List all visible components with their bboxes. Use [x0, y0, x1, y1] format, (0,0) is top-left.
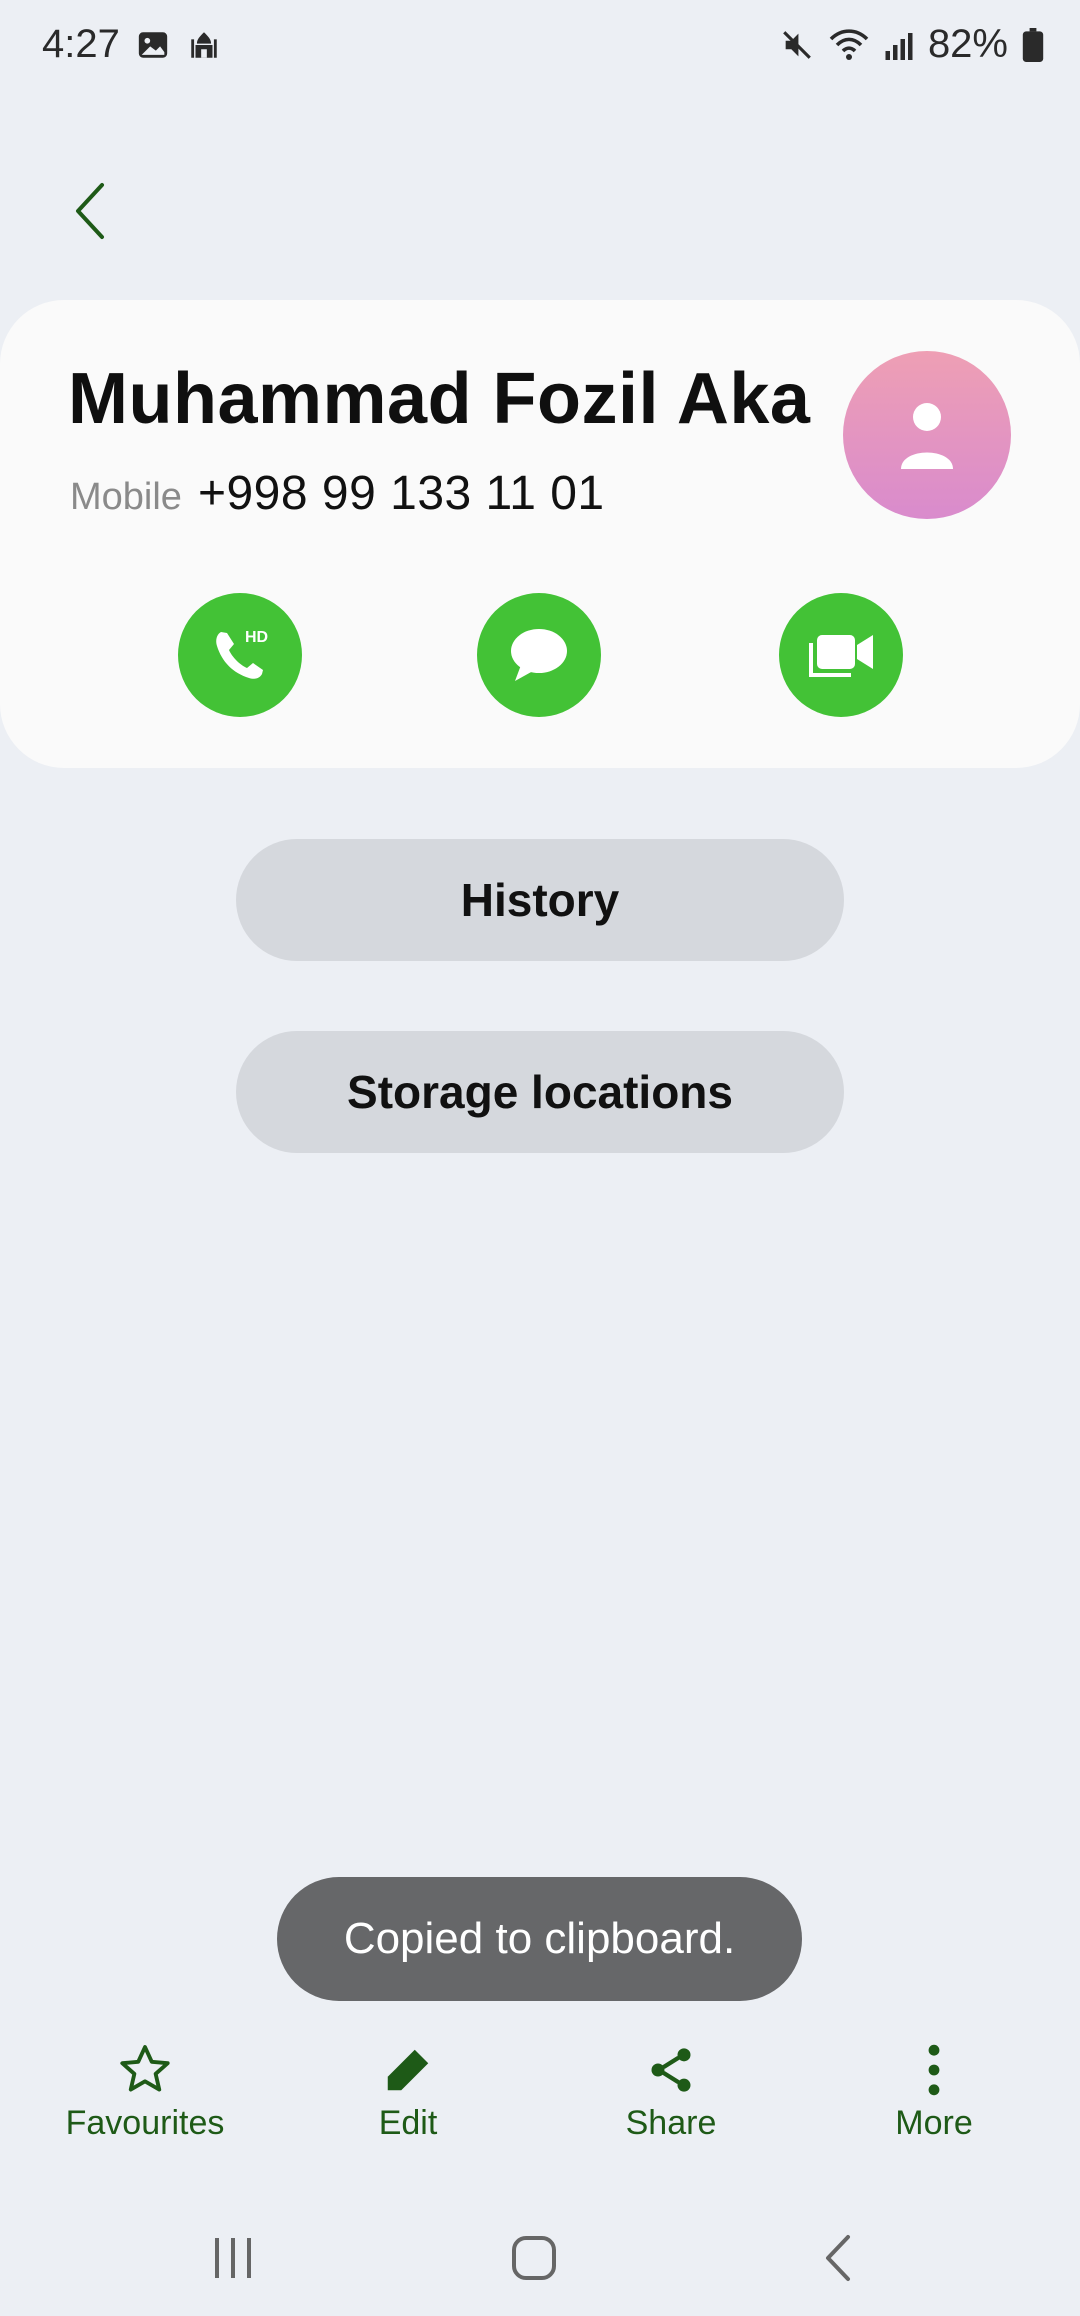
chat-bubble-icon: [511, 629, 567, 681]
bottom-toolbar: Favourites Edit Share More: [0, 2040, 1080, 2170]
person-icon: [901, 403, 953, 469]
phone-row[interactable]: Mobile +998 99 133 11 01: [70, 466, 605, 521]
message-button[interactable]: [477, 593, 601, 717]
phone-type-label: Mobile: [70, 476, 182, 518]
status-system-icons: 82%: [780, 22, 1044, 67]
hd-badge: HD: [245, 629, 268, 646]
share-label: Share: [625, 2104, 717, 2142]
home-button[interactable]: [494, 2226, 574, 2290]
battery-icon: [1022, 27, 1044, 62]
gallery-icon: [138, 32, 168, 58]
status-bar: 4:27 82%: [0, 0, 1080, 96]
star-icon: [120, 2045, 170, 2092]
nav-back-button[interactable]: [797, 2226, 877, 2290]
contact-card: Muhammad Fozil Aka Mobile +998 99 133 11…: [0, 300, 1080, 768]
home-icon: [512, 2236, 556, 2280]
edit-label: Edit: [378, 2104, 438, 2142]
status-notification-icons: [136, 28, 222, 62]
wifi-icon: [829, 28, 869, 60]
signal-icon: [885, 32, 913, 60]
status-time: 4:27: [42, 22, 120, 66]
video-camera-icon: [809, 635, 873, 677]
history-button[interactable]: History: [236, 839, 844, 961]
recents-button[interactable]: [193, 2226, 273, 2290]
phone-hd-icon: HD: [216, 629, 268, 679]
more-vertical-icon: [928, 2044, 940, 2096]
share-icon: [651, 2048, 691, 2092]
chevron-left-icon: [76, 183, 104, 239]
contact-name: Muhammad Fozil Aka: [68, 359, 811, 439]
mosque-icon: [191, 32, 217, 58]
more-button[interactable]: More: [834, 2040, 1034, 2143]
video-call-button[interactable]: [779, 593, 903, 717]
storage-locations-button[interactable]: Storage locations: [236, 1031, 844, 1153]
favourites-label: Favourites: [65, 2104, 225, 2142]
pencil-icon: [387, 2049, 429, 2091]
system-navigation-bar: [0, 2200, 1080, 2316]
recents-icon: [215, 2238, 251, 2278]
mute-icon: [783, 30, 811, 59]
more-label: More: [895, 2104, 973, 2142]
phone-number[interactable]: +998 99 133 11 01: [198, 466, 605, 521]
edit-button[interactable]: Edit: [308, 2040, 508, 2143]
toast-message: Copied to clipboard.: [277, 1877, 802, 2001]
avatar[interactable]: [843, 351, 1011, 519]
share-button[interactable]: Share: [571, 2040, 771, 2143]
voice-call-button[interactable]: HD: [178, 593, 302, 717]
favourites-button[interactable]: Favourites: [45, 2040, 245, 2143]
battery-percentage: 82%: [927, 22, 1008, 66]
back-arrow-icon: [826, 2235, 850, 2281]
back-button[interactable]: [62, 176, 118, 246]
